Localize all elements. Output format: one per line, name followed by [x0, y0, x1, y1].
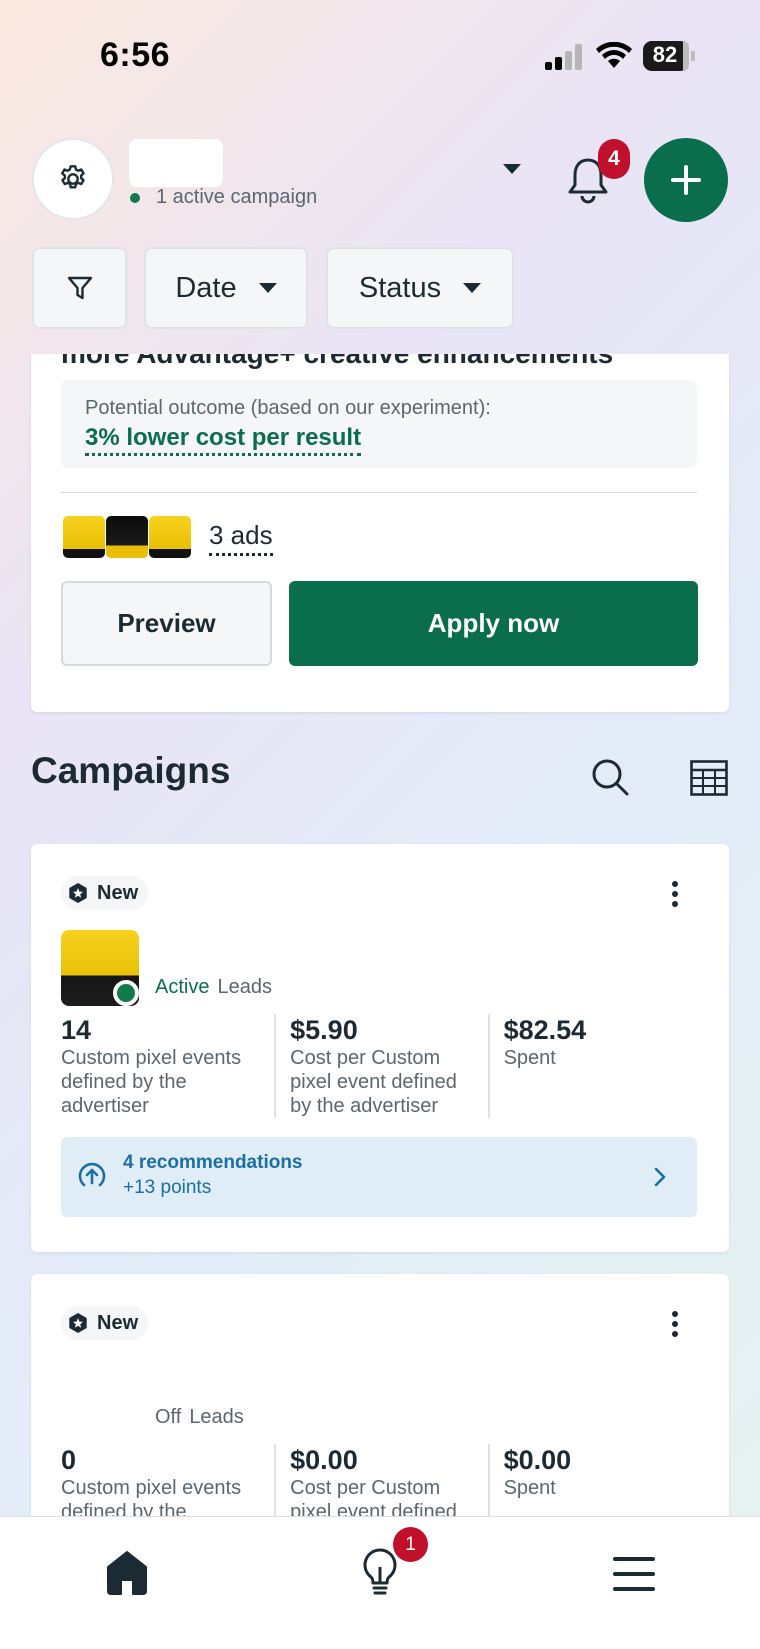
- metric-results: 14 Custom pixel events defined by the ad…: [61, 1014, 274, 1118]
- chevron-right-icon: [654, 1167, 666, 1187]
- arrow-up-circle-icon: [78, 1162, 106, 1187]
- chevron-down-icon: [258, 283, 277, 293]
- active-status-dot: [130, 192, 140, 203]
- active-status-dot: [113, 980, 139, 1006]
- lightbulb-icon[interactable]: [360, 1547, 400, 1599]
- bottom-nav: 1: [0, 1516, 760, 1649]
- metric-cost-per-result: $0.00 Cost per Custom pixel event define…: [274, 1444, 487, 1516]
- metric-label: Cost per Custom pixel event defined by t…: [290, 1047, 457, 1117]
- campaign-card[interactable]: New Active Leads 14 Custom pixel events …: [31, 844, 729, 1252]
- campaign-objective: Leads: [217, 976, 272, 998]
- campaign-status-label: Off: [155, 1406, 182, 1428]
- home-icon[interactable]: [104, 1549, 150, 1595]
- campaign-status: Active Leads: [155, 976, 272, 999]
- campaign-metrics: 14 Custom pixel events defined by the ad…: [61, 1014, 701, 1118]
- ads-count-link[interactable]: 3 ads: [209, 520, 273, 556]
- potential-outcome-box: Potential outcome (based on our experime…: [61, 380, 697, 468]
- new-badge-label: New: [97, 881, 139, 904]
- metric-label: Custom pixel events defined by the adver…: [61, 1047, 242, 1117]
- metric-label: Custom pixel events defined by the adver…: [61, 1477, 242, 1516]
- ad-thumbnail: [149, 516, 191, 558]
- account-name[interactable]: [129, 139, 223, 187]
- metric-results: 0 Custom pixel events defined by the adv…: [61, 1444, 274, 1516]
- metric-value: $82.54: [503, 1015, 587, 1045]
- metric-spent: $0.00 Spent: [487, 1444, 701, 1516]
- table-icon[interactable]: [690, 760, 728, 796]
- campaigns-heading: Campaigns: [31, 750, 231, 791]
- new-badge-label: New: [97, 1311, 139, 1334]
- metric-label: Spent: [503, 1047, 556, 1069]
- main-scroll-area[interactable]: more Advantage+ creative enhancements Po…: [0, 354, 760, 1516]
- campaign-metrics: 0 Custom pixel events defined by the adv…: [61, 1444, 701, 1516]
- metric-value: $0.00: [503, 1445, 572, 1475]
- recommendation-title: more Advantage+ creative enhancements: [61, 354, 613, 370]
- plus-icon: [671, 165, 701, 195]
- date-filter-label: Date: [175, 271, 237, 304]
- account-status-text: 1 active campaign: [156, 186, 318, 208]
- new-badge: New: [61, 876, 149, 910]
- insights-badge: 1: [393, 1527, 428, 1562]
- more-icon[interactable]: [671, 880, 679, 908]
- settings-button[interactable]: [32, 138, 114, 220]
- campaign-objective: Leads: [189, 1406, 244, 1428]
- create-button[interactable]: [644, 138, 728, 222]
- new-badge-icon: [69, 1313, 87, 1333]
- account-status: 1 active campaign: [130, 186, 317, 209]
- chevron-down-icon[interactable]: [503, 164, 521, 174]
- campaign-status-label: Active: [155, 976, 210, 998]
- ad-thumbnails: [63, 516, 192, 558]
- outcome-value-link[interactable]: 3% lower cost per result: [85, 424, 362, 456]
- date-filter-dropdown[interactable]: Date: [144, 247, 308, 329]
- campaign-status: Off Leads: [155, 1406, 244, 1429]
- chevron-down-icon: [463, 283, 482, 293]
- filter-button[interactable]: [32, 247, 127, 329]
- notification-badge: 4: [598, 139, 630, 179]
- metric-label: Cost per Custom pixel event defined by t…: [290, 1477, 457, 1516]
- outcome-label: Potential outcome (based on our experime…: [85, 397, 491, 419]
- ad-thumbnail: [106, 516, 148, 558]
- gear-icon: [61, 165, 85, 189]
- wifi-icon: [596, 42, 632, 68]
- status-time: 6:56: [100, 36, 171, 74]
- battery-level: 82: [652, 42, 678, 67]
- campaign-card[interactable]: New Off Leads 0 Custom pixel events defi…: [31, 1274, 729, 1516]
- search-icon[interactable]: [590, 757, 630, 797]
- metric-cost-per-result: $5.90 Cost per Custom pixel event define…: [274, 1014, 487, 1118]
- new-badge: New: [61, 1306, 149, 1340]
- campaign-thumbnail: [61, 930, 139, 1008]
- metric-label: Spent: [503, 1477, 556, 1499]
- more-icon[interactable]: [671, 1310, 679, 1338]
- status-bar: 6:56 82: [0, 0, 760, 110]
- new-badge-icon: [69, 883, 87, 903]
- battery-indicator: 82: [643, 41, 695, 71]
- metric-value: 0: [61, 1445, 77, 1475]
- metric-value: 14: [61, 1015, 92, 1045]
- apply-now-button[interactable]: Apply now: [289, 581, 698, 666]
- preview-button[interactable]: Preview: [61, 581, 272, 666]
- metric-spent: $82.54 Spent: [487, 1014, 701, 1118]
- status-filter-label: Status: [358, 271, 442, 304]
- filter-icon: [67, 276, 92, 300]
- recommendations-points: +13 points: [123, 1177, 212, 1198]
- ad-thumbnail: [63, 516, 105, 558]
- recommendations-title: 4 recommendations: [123, 1152, 303, 1173]
- divider: [61, 492, 697, 493]
- menu-icon[interactable]: [613, 1555, 655, 1593]
- recommendation-card: more Advantage+ creative enhancements Po…: [31, 354, 729, 712]
- recommendations-row[interactable]: 4 recommendations +13 points: [61, 1137, 697, 1217]
- status-filter-dropdown[interactable]: Status: [326, 247, 514, 329]
- cellular-signal-icon: [545, 44, 582, 70]
- metric-value: $0.00: [290, 1445, 358, 1475]
- metric-value: $5.90: [290, 1015, 358, 1045]
